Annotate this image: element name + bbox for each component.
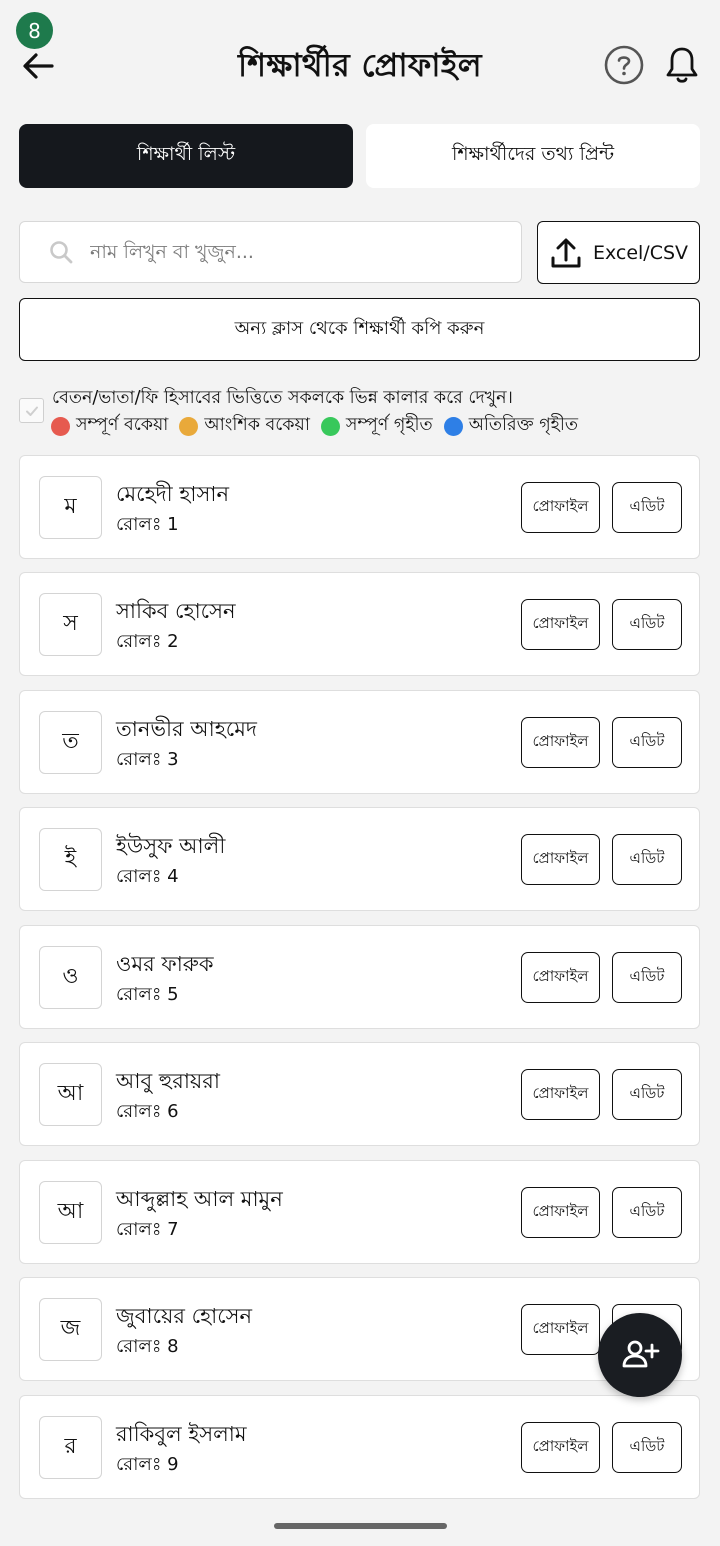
student-name: সাকিব হোসেন (116, 599, 236, 623)
student-card: ম মেহেদী হাসান রোলঃ 1 প্রোফাইল এডিট (19, 455, 700, 559)
profile-button[interactable]: প্রোফাইল (521, 482, 600, 533)
student-name: আব্দুল্লাহ আল মামুন (116, 1187, 283, 1211)
edit-button[interactable]: এডিট (612, 717, 682, 768)
avatar: স (39, 593, 102, 656)
add-user-icon (622, 1340, 660, 1368)
student-roll: রোলঃ 8 (116, 1336, 179, 1357)
edit-button[interactable]: এডিট (612, 482, 682, 533)
color-mode-checkbox[interactable] (19, 398, 44, 423)
excel-csv-upload-button[interactable]: Excel/CSV (537, 221, 700, 284)
student-roll: রোলঃ 1 (116, 514, 179, 535)
student-name: তানভীর আহমেদ (116, 717, 257, 741)
home-indicator[interactable] (274, 1523, 447, 1529)
tab-print-student-info[interactable]: শিক্ষার্থীদের তথ্য প্রিন্ট (366, 124, 700, 188)
student-card: র রাকিবুল ইসলাম রোলঃ 9 প্রোফাইল এডিট (19, 1395, 700, 1499)
student-card: আ আবু হুরায়রা রোলঃ 6 প্রোফাইল এডিট (19, 1042, 700, 1146)
legend-partial-due: আংশিক বকেয়া (179, 412, 310, 441)
student-name: আবু হুরায়রা (116, 1069, 220, 1093)
edit-button[interactable]: এডিট (612, 834, 682, 885)
student-card: ও ওমর ফারুক রোলঃ 5 প্রোফাইল এডিট (19, 925, 700, 1029)
student-roll: রোলঃ 6 (116, 1101, 179, 1122)
legend-full-due: সম্পূর্ণ বকেয়া (51, 412, 168, 441)
student-roll: রোলঃ 9 (116, 1454, 179, 1475)
orange-dot-icon (179, 417, 199, 436)
add-student-button[interactable] (598, 1313, 682, 1397)
legend-extra-received: অতিরিক্ত গৃহীত (443, 412, 578, 441)
student-name: জুবায়ের হোসেন (116, 1304, 253, 1328)
copy-from-other-class-button[interactable]: অন্য ক্লাস থেকে শিক্ষার্থী কপি করুন (19, 298, 700, 361)
search-box (19, 221, 522, 283)
student-card: স সাকিব হোসেন রোলঃ 2 প্রোফাইল এডিট (19, 572, 700, 676)
profile-button[interactable]: প্রোফাইল (521, 1422, 600, 1473)
student-roll: রোলঃ 3 (116, 749, 179, 770)
search-input[interactable] (88, 240, 472, 264)
avatar: আ (39, 1063, 102, 1126)
student-name: রাকিবুল ইসলাম (116, 1422, 247, 1446)
student-name: ইউসুফ আলী (116, 834, 226, 858)
avatar: ম (39, 476, 102, 539)
profile-button[interactable]: প্রোফাইল (521, 1304, 600, 1355)
edit-button[interactable]: এডিট (612, 952, 682, 1003)
payment-status-legend: সম্পূর্ণ বকেয়া আংশিক বকেয়া সম্পূর্ণ গৃ… (51, 412, 582, 441)
legend-label: আংশিক বকেয়া (204, 415, 310, 435)
edit-button[interactable]: এডিট (612, 1069, 682, 1120)
tab-student-list[interactable]: শিক্ষার্থী লিস্ট (19, 124, 353, 188)
profile-button[interactable]: প্রোফাইল (521, 717, 600, 768)
search-icon (50, 241, 73, 264)
student-card: আ আব্দুল্লাহ আল মামুন রোলঃ 7 প্রোফাইল এড… (19, 1160, 700, 1264)
green-dot-icon (320, 417, 340, 436)
legend-label: সম্পূর্ণ গৃহীত (345, 415, 433, 435)
profile-button[interactable]: প্রোফাইল (521, 1187, 600, 1238)
help-button[interactable] (603, 44, 645, 86)
color-mode-description: বেতন/ভাতা/ফি হিসাবের ভিত্তিতে সকলকে ভিন্… (52, 388, 513, 408)
profile-button[interactable]: প্রোফাইল (521, 834, 600, 885)
student-card: ত তানভীর আহমেদ রোলঃ 3 প্রোফাইল এডিট (19, 690, 700, 794)
legend-fully-received: সম্পূর্ণ গৃহীত (320, 412, 433, 441)
avatar: ত (39, 711, 102, 774)
avatar: ই (39, 828, 102, 891)
student-name: ওমর ফারুক (116, 952, 214, 976)
blue-dot-icon (443, 417, 463, 436)
student-roll: রোলঃ 4 (116, 866, 179, 887)
red-dot-icon (51, 417, 70, 436)
profile-button[interactable]: প্রোফাইল (521, 952, 600, 1003)
check-icon (25, 406, 38, 416)
student-card: জ জুবায়ের হোসেন রোলঃ 8 প্রোফাইল এডিট (19, 1277, 700, 1381)
avatar: জ (39, 1298, 102, 1361)
edit-button[interactable]: এডিট (612, 599, 682, 650)
avatar: র (39, 1416, 102, 1479)
student-roll: রোলঃ 2 (116, 631, 179, 652)
question-circle-icon (604, 45, 644, 85)
avatar: আ (39, 1181, 102, 1244)
upload-icon (551, 238, 581, 267)
avatar: ও (39, 946, 102, 1009)
notifications-button[interactable] (664, 45, 700, 85)
bell-icon (666, 47, 698, 83)
edit-button[interactable]: এডিট (612, 1187, 682, 1238)
excel-csv-label: Excel/CSV (592, 241, 689, 264)
student-roll: রোলঃ 5 (116, 984, 179, 1005)
legend-label: অতিরিক্ত গৃহীত (468, 415, 578, 435)
student-roll: রোলঃ 7 (116, 1219, 179, 1240)
legend-label: সম্পূর্ণ বকেয়া (76, 415, 169, 435)
student-card: ই ইউসুফ আলী রোলঃ 4 প্রোফাইল এডিট (19, 807, 700, 911)
edit-button[interactable]: এডিট (612, 1422, 682, 1473)
student-name: মেহেদী হাসান (116, 482, 229, 506)
profile-button[interactable]: প্রোফাইল (521, 599, 600, 650)
profile-button[interactable]: প্রোফাইল (521, 1069, 600, 1120)
